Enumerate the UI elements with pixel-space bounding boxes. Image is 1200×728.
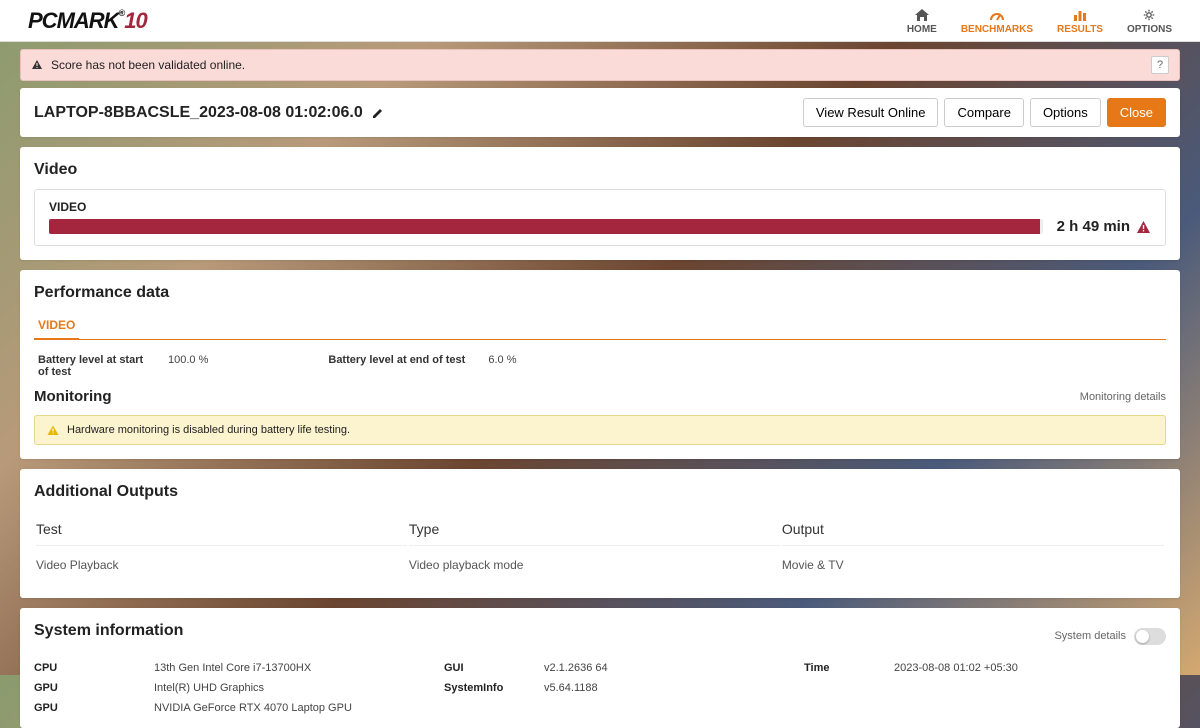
warning-icon: [47, 425, 59, 436]
view-online-button[interactable]: View Result Online: [803, 98, 939, 127]
logo: PCMARK®10: [28, 8, 147, 34]
nav-options[interactable]: OPTIONS: [1127, 7, 1172, 35]
outputs-heading: Additional Outputs: [34, 483, 1166, 501]
compare-button[interactable]: Compare: [944, 98, 1023, 127]
sysinfo-heading: System information: [34, 622, 183, 640]
performance-card: Performance data VIDEO Battery level at …: [20, 270, 1180, 459]
nav-home[interactable]: HOME: [907, 7, 937, 35]
close-button[interactable]: Close: [1107, 98, 1166, 127]
batt-end-label: Battery level at end of test: [328, 354, 468, 366]
gear-icon: [1141, 7, 1157, 23]
video-heading: Video: [34, 161, 1166, 179]
titlebar: LAPTOP-8BBACSLE_2023-08-08 01:02:06.0 Vi…: [20, 88, 1180, 137]
performance-heading: Performance data: [34, 284, 1166, 302]
col-output: Output: [782, 513, 1164, 546]
monitoring-warning-text: Hardware monitoring is disabled during b…: [67, 424, 350, 436]
alert-text: Score has not been validated online.: [51, 58, 245, 72]
video-card: Video VIDEO 2 h 49 min: [20, 147, 1180, 260]
monitoring-details-link[interactable]: Monitoring details: [1080, 391, 1166, 403]
nav-results-label: RESULTS: [1057, 24, 1103, 35]
options-button[interactable]: Options: [1030, 98, 1101, 127]
table-row: Video Playback Video playback mode Movie…: [36, 548, 1164, 582]
video-bar: [49, 219, 1043, 234]
sysinfo-details-toggle[interactable]: [1134, 628, 1166, 645]
edit-icon[interactable]: [371, 106, 385, 120]
monitoring-heading: Monitoring: [34, 388, 111, 405]
validation-alert: Score has not been validated online. ?: [20, 49, 1180, 81]
nav-benchmarks[interactable]: BENCHMARKS: [961, 7, 1033, 35]
col-test: Test: [36, 513, 407, 546]
chart-icon: [1072, 7, 1088, 23]
warning-icon: [1136, 220, 1151, 234]
batt-end-value: 6.0 %: [488, 354, 516, 366]
tab-video[interactable]: VIDEO: [34, 312, 79, 340]
result-title: LAPTOP-8BBACSLE_2023-08-08 01:02:06.0: [34, 104, 385, 122]
topbar: PCMARK®10 HOME BENCHMARKS RESULTS OPTION…: [0, 0, 1200, 42]
nav-home-label: HOME: [907, 24, 937, 35]
video-time: 2 h 49 min: [1057, 218, 1151, 235]
sysinfo-card: System information System details CPU13t…: [20, 608, 1180, 728]
sysinfo-grid: CPU13th Gen Intel Core i7-13700HX GUIv2.…: [34, 662, 1166, 714]
nav-results[interactable]: RESULTS: [1057, 7, 1103, 35]
nav: HOME BENCHMARKS RESULTS OPTIONS: [907, 7, 1172, 35]
gauge-icon: [989, 7, 1005, 23]
nav-options-label: OPTIONS: [1127, 24, 1172, 35]
outputs-table: Test Type Output Video Playback Video pl…: [34, 511, 1166, 584]
video-label: VIDEO: [49, 200, 1151, 214]
sysinfo-details-label: System details: [1054, 630, 1126, 642]
home-icon: [914, 7, 930, 23]
alert-help-button[interactable]: ?: [1151, 56, 1169, 74]
monitoring-warning: Hardware monitoring is disabled during b…: [34, 415, 1166, 445]
col-type: Type: [409, 513, 780, 546]
batt-start-label: Battery level at start of test: [38, 354, 148, 378]
warning-icon: [31, 59, 43, 71]
outputs-card: Additional Outputs Test Type Output Vide…: [20, 469, 1180, 598]
nav-benchmarks-label: BENCHMARKS: [961, 24, 1033, 35]
batt-start-value: 100.0 %: [168, 354, 208, 366]
